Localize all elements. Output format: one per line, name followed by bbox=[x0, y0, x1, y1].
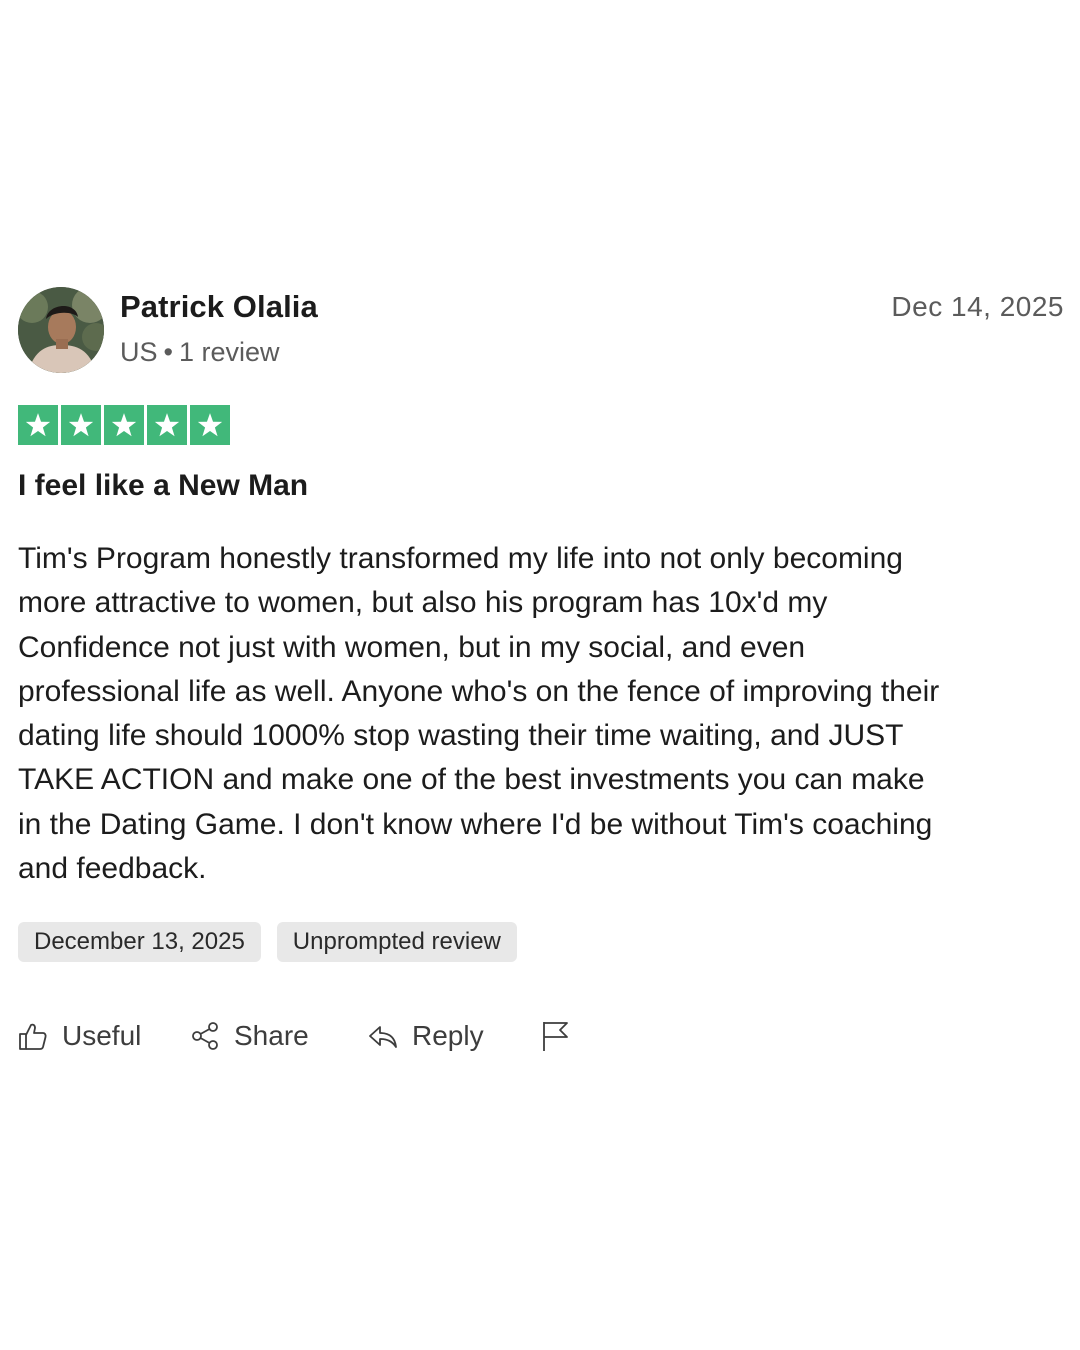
reviewer-review-count: 1 review bbox=[178, 337, 280, 367]
date-of-experience-badge: December 13, 2025 bbox=[18, 922, 261, 962]
review-body-line: professional life as well. Anyone who's … bbox=[18, 674, 940, 708]
star-icon bbox=[197, 413, 223, 437]
review-date: Dec 14, 2025 bbox=[891, 291, 1064, 322]
star-rating bbox=[18, 405, 230, 445]
avatar-photo bbox=[18, 287, 104, 373]
share-icon bbox=[192, 1022, 218, 1050]
reviewer-name[interactable]: Patrick Olalia bbox=[120, 289, 318, 325]
review-type-badge[interactable]: Unprompted review bbox=[276, 922, 517, 962]
reply-icon bbox=[369, 1026, 397, 1048]
reviewer-country: US bbox=[120, 337, 158, 367]
meta-separator: • bbox=[163, 337, 173, 367]
star-2 bbox=[61, 405, 101, 445]
report-button[interactable] bbox=[540, 1020, 570, 1052]
useful-label: Useful bbox=[62, 1020, 142, 1051]
star-5 bbox=[190, 405, 230, 445]
review-header: Patrick Olalia US • 1 review Dec 14, 2025 bbox=[18, 285, 1064, 375]
share-button[interactable]: Share bbox=[190, 1020, 309, 1052]
reply-button[interactable]: Reply bbox=[368, 1020, 484, 1052]
review-body-line: and feedback. bbox=[18, 852, 207, 886]
star-3 bbox=[104, 405, 144, 445]
star-icon bbox=[154, 413, 180, 437]
thumbs-up-icon bbox=[19, 1023, 47, 1050]
review-body-line: more attractive to women, but also his p… bbox=[18, 586, 828, 620]
reviewer-meta: US • 1 review bbox=[120, 337, 280, 368]
review-body-line: dating life should 1000% stop wasting th… bbox=[18, 719, 904, 753]
review-actions: Useful Share Reply bbox=[18, 1020, 618, 1060]
review-title: I feel like a New Man bbox=[18, 469, 309, 502]
star-1 bbox=[18, 405, 58, 445]
review-body-line: in the Dating Game. I don't know where I… bbox=[18, 807, 933, 841]
star-4 bbox=[147, 405, 187, 445]
review-tags: December 13, 2025 Unprompted review bbox=[18, 922, 517, 962]
review-body-line: Confidence not just with women, but in m… bbox=[18, 630, 806, 664]
avatar[interactable] bbox=[18, 287, 104, 373]
share-label: Share bbox=[234, 1020, 309, 1051]
useful-button[interactable]: Useful bbox=[18, 1020, 141, 1052]
star-icon bbox=[25, 413, 51, 437]
star-icon bbox=[111, 413, 137, 437]
review-body-line: Tim's Program honestly transformed my li… bbox=[18, 542, 903, 575]
review-body: Tim's Program honestly transformed my li… bbox=[18, 537, 1048, 891]
review-card: Patrick Olalia US • 1 review Dec 14, 2025 … bbox=[18, 285, 1064, 1051]
flag-icon bbox=[543, 1022, 568, 1051]
review-body-line: TAKE ACTION and make one of the best inv… bbox=[18, 763, 925, 797]
reply-label: Reply bbox=[412, 1020, 484, 1051]
star-icon bbox=[68, 413, 94, 437]
